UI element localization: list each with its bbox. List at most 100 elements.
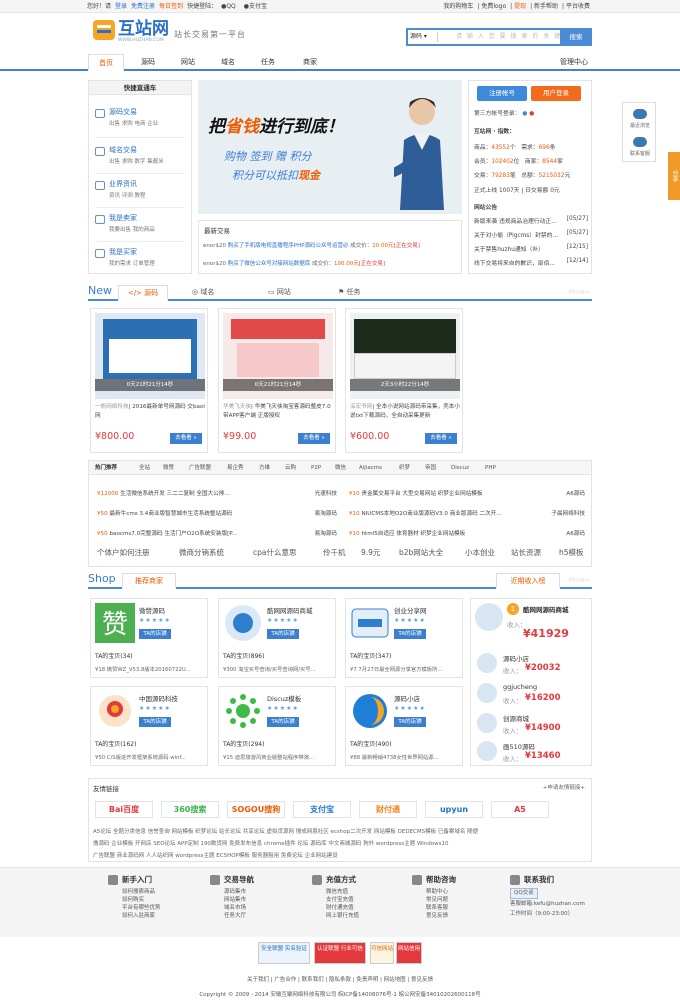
rank-avatar[interactable] <box>477 741 497 761</box>
tab-task[interactable]: ⚑ 任务 <box>338 287 361 297</box>
footer-link[interactable]: 如何入驻商家 <box>122 912 155 921</box>
hot-item[interactable]: ¥10 NIUCMS本地O2O商业版源码V3.0 商业版源码 二次开... 子晨网… <box>349 509 585 517</box>
hot-tag[interactable]: 易企秀 <box>227 461 244 475</box>
keyword-link[interactable]: 小本创业 <box>465 547 495 558</box>
shop-goods-count[interactable]: TA的宝贝(490) <box>350 739 391 748</box>
rank-name[interactable]: 酷网网源码商城 <box>523 604 569 614</box>
nav-site[interactable]: 网站 <box>170 54 206 71</box>
qq-chat-button[interactable]: QQ交谈 <box>510 888 538 899</box>
hot-item[interactable]: ¥12000 生活微信系统开发 三二二复制 全国大公排... 光速科技 <box>97 489 337 497</box>
shop-link-button[interactable]: TA的店铺 <box>394 717 426 727</box>
tab-income-rank[interactable]: 近期收入榜 <box>496 573 560 589</box>
eye-icon[interactable] <box>633 109 647 119</box>
shop-goods-count[interactable]: TA的宝贝(347) <box>350 651 391 660</box>
partner-logo-alipay[interactable]: 支付宝 <box>293 801 351 818</box>
hot-tag[interactable]: 织梦 <box>399 461 410 475</box>
product-title[interactable]: 一帆网络科技| 2016最新单号网源码 交baol网 <box>95 403 205 421</box>
help-link[interactable]: 新手帮助 <box>534 3 558 10</box>
footer-link[interactable]: 任务大厅 <box>224 912 246 921</box>
hot-tag[interactable]: 微赞 <box>163 461 174 475</box>
notice-item[interactable]: 关于对小偷（Pigcms）封禁的... [05/27] <box>474 230 588 239</box>
contact-service-link[interactable]: 联系客服 <box>623 150 657 157</box>
footer-link[interactable]: 意见反馈 <box>426 912 448 921</box>
nav-domain[interactable]: 域名 <box>210 54 246 71</box>
free-logo-link[interactable]: 免费logo <box>481 3 506 10</box>
shop-logo[interactable] <box>350 691 390 731</box>
shop-best-item[interactable]: ¥18 微赞WZ_V53.8版本20160722U... <box>95 665 207 673</box>
shop-logo[interactable] <box>223 691 263 731</box>
notice-item[interactable]: 关于禁售huzhu通知（补） [12/15] <box>474 244 588 253</box>
tab-recommend-merchants[interactable]: 推荐商家 <box>122 573 176 589</box>
rank-avatar[interactable] <box>475 603 503 631</box>
shop-name[interactable]: 中国源码科技 <box>139 693 178 703</box>
hot-tag[interactable]: P2P <box>311 461 321 475</box>
top-login-link[interactable]: 登录 <box>115 3 127 10</box>
shop-goods-count[interactable]: TA的宝贝(896) <box>223 651 264 660</box>
notice-item[interactable]: 新版来袭 违规商品治理行动正... [05/27] <box>474 216 588 225</box>
hot-tag[interactable]: 云购 <box>285 461 296 475</box>
shop-card[interactable]: Discuz模板 ★★★★★ TA的店铺 TA的宝贝(294) ¥15 迪思旅游… <box>218 686 336 766</box>
deal-row[interactable]: enor$20 购买了手机版电视直播程序PHP源码公众号运营必 成交价：10.0… <box>203 241 420 249</box>
shop-card[interactable]: 创业分享网 ★★★★★ TA的店铺 TA的宝贝(347) ¥7 7月27日最全网… <box>345 598 463 678</box>
keyword-link[interactable]: 9.9元 <box>361 547 380 558</box>
nav-task[interactable]: 任务 <box>250 54 286 71</box>
more-link[interactable]: More> <box>568 288 590 296</box>
view-button[interactable]: 去看看 » <box>170 433 202 444</box>
deal-row[interactable]: enor$20 购买了微信公众号对接网站数据库 成交价：100.00元[正在交易… <box>203 259 385 267</box>
friend-links-row[interactable]: 撸源码 企业模板 开网店 SEO论坛 APP定制 190数货网 免费发布信息 c… <box>93 839 449 847</box>
chat-icon[interactable] <box>633 137 647 147</box>
keyword-link[interactable]: h5模板 <box>559 547 584 558</box>
alipay-login-link[interactable]: ●支付宝 <box>244 3 271 10</box>
friend-links-row[interactable]: 广告联盟 商业源码网 人人站织网 wordpress主题 ECSHOP模板 服务… <box>93 851 338 859</box>
shop-link-button[interactable]: TA的店铺 <box>139 717 171 727</box>
friend-links-row[interactable]: A5论坛 全题分类信息 信誉查询 网站模板 织梦论坛 站长论坛 共享论坛 虚拟货… <box>93 827 478 835</box>
shop-name[interactable]: 源码小店 <box>394 693 420 703</box>
hot-item[interactable]: ¥10 贵金属交易平台 大型交易网站 织梦企业网站模板 A6源码 <box>349 489 585 497</box>
keyword-link[interactable]: 个体户如何注册 <box>97 547 150 558</box>
logo-icon[interactable] <box>92 18 116 42</box>
shop-link-button[interactable]: TA的店铺 <box>267 717 299 727</box>
top-register-link[interactable]: 免费注册 <box>131 3 155 10</box>
recent-browse-link[interactable]: 最近浏览 <box>623 122 657 129</box>
hot-item[interactable]: ¥50 baocms7.0完整源码 生活门户O2O系统安装版[P... 易淘源码 <box>97 529 337 537</box>
keyword-link[interactable]: 伶千机 <box>323 547 346 558</box>
shop-logo[interactable] <box>223 603 263 643</box>
badge-certified[interactable]: 认证联盟 行业可信 <box>314 942 366 964</box>
shop-goods-count[interactable]: TA的宝贝(34) <box>95 651 133 660</box>
shop-best-item[interactable]: ¥300 淘宝买号查询/买号查询网/买号... <box>223 665 335 673</box>
shop-best-item[interactable]: ¥50 C/S版进开发框架系统源码 winf... <box>95 753 207 761</box>
withdraw-link[interactable]: 提现 <box>514 3 526 10</box>
shop-link-button[interactable]: TA的店铺 <box>267 629 299 639</box>
shop-link-button[interactable]: TA的店铺 <box>139 629 171 639</box>
tab-domain[interactable]: ◎ 域名 <box>192 287 214 297</box>
qq-login-link[interactable]: ●QQ <box>221 3 240 10</box>
tab-site[interactable]: ▭ 网站 <box>268 287 291 297</box>
view-button[interactable]: 去看看 » <box>425 433 457 444</box>
more-link[interactable]: More> <box>568 576 590 584</box>
partner-logo-360[interactable]: 360搜索 <box>161 801 219 818</box>
footer-links[interactable]: 关于我们 | 广告合作 | 联系我们 | 隐私条款 | 免责声明 | 网站地图 … <box>0 975 680 983</box>
apply-link[interactable]: +申请友情链接+ <box>543 783 585 791</box>
hot-tag[interactable]: 广告联盟 <box>189 461 211 475</box>
hot-item[interactable]: ¥50 最新牛cms 3.4商业版智慧城市生活系统整站源码 易淘源码 <box>97 509 337 517</box>
partner-logo-tenpay[interactable]: 财付通 <box>359 801 417 818</box>
hot-tag[interactable]: Discuz <box>451 461 469 475</box>
shop-name[interactable]: 创业分享网 <box>394 605 427 615</box>
rank-name[interactable]: 画510源码 <box>503 741 535 751</box>
tab-source[interactable]: </> 源码 <box>118 285 168 301</box>
notice-item[interactable]: 线下交易将来自的歉识，部佰... [12/14] <box>474 258 588 267</box>
shop-card[interactable]: 赞 微赞源码 ★★★★★ TA的店铺 TA的宝贝(34) ¥18 微赞WZ_V5… <box>90 598 208 678</box>
nav-merchant[interactable]: 商家 <box>292 54 328 71</box>
shop-best-item[interactable]: ¥7 7月27日最全网源分享官方模板所... <box>350 665 462 673</box>
nav-source[interactable]: 源码 <box>130 54 166 71</box>
footer-link[interactable]: 网上银行充值 <box>326 912 359 921</box>
product-title[interactable]: 华美飞天侠| 华美飞天侠淘宝客源码整皮7.0带APP客户端 正版授权 <box>223 403 333 421</box>
search-input[interactable]: 请 输 入 您 要 搜 索 的 关 键 词 <box>456 32 573 42</box>
hot-item[interactable]: ¥10 html5自适应 体育器材 织梦企业网站模板 A6源码 <box>349 529 585 537</box>
nav-home[interactable]: 首页 <box>88 54 124 71</box>
shop-name[interactable]: Discuz模板 <box>267 693 301 703</box>
hot-tag[interactable]: 帝国 <box>425 461 436 475</box>
keyword-link[interactable]: 微商分销系统 <box>179 547 224 558</box>
hot-tag[interactable]: 方维 <box>259 461 270 475</box>
rank-name[interactable]: ggjucheng <box>503 683 537 691</box>
